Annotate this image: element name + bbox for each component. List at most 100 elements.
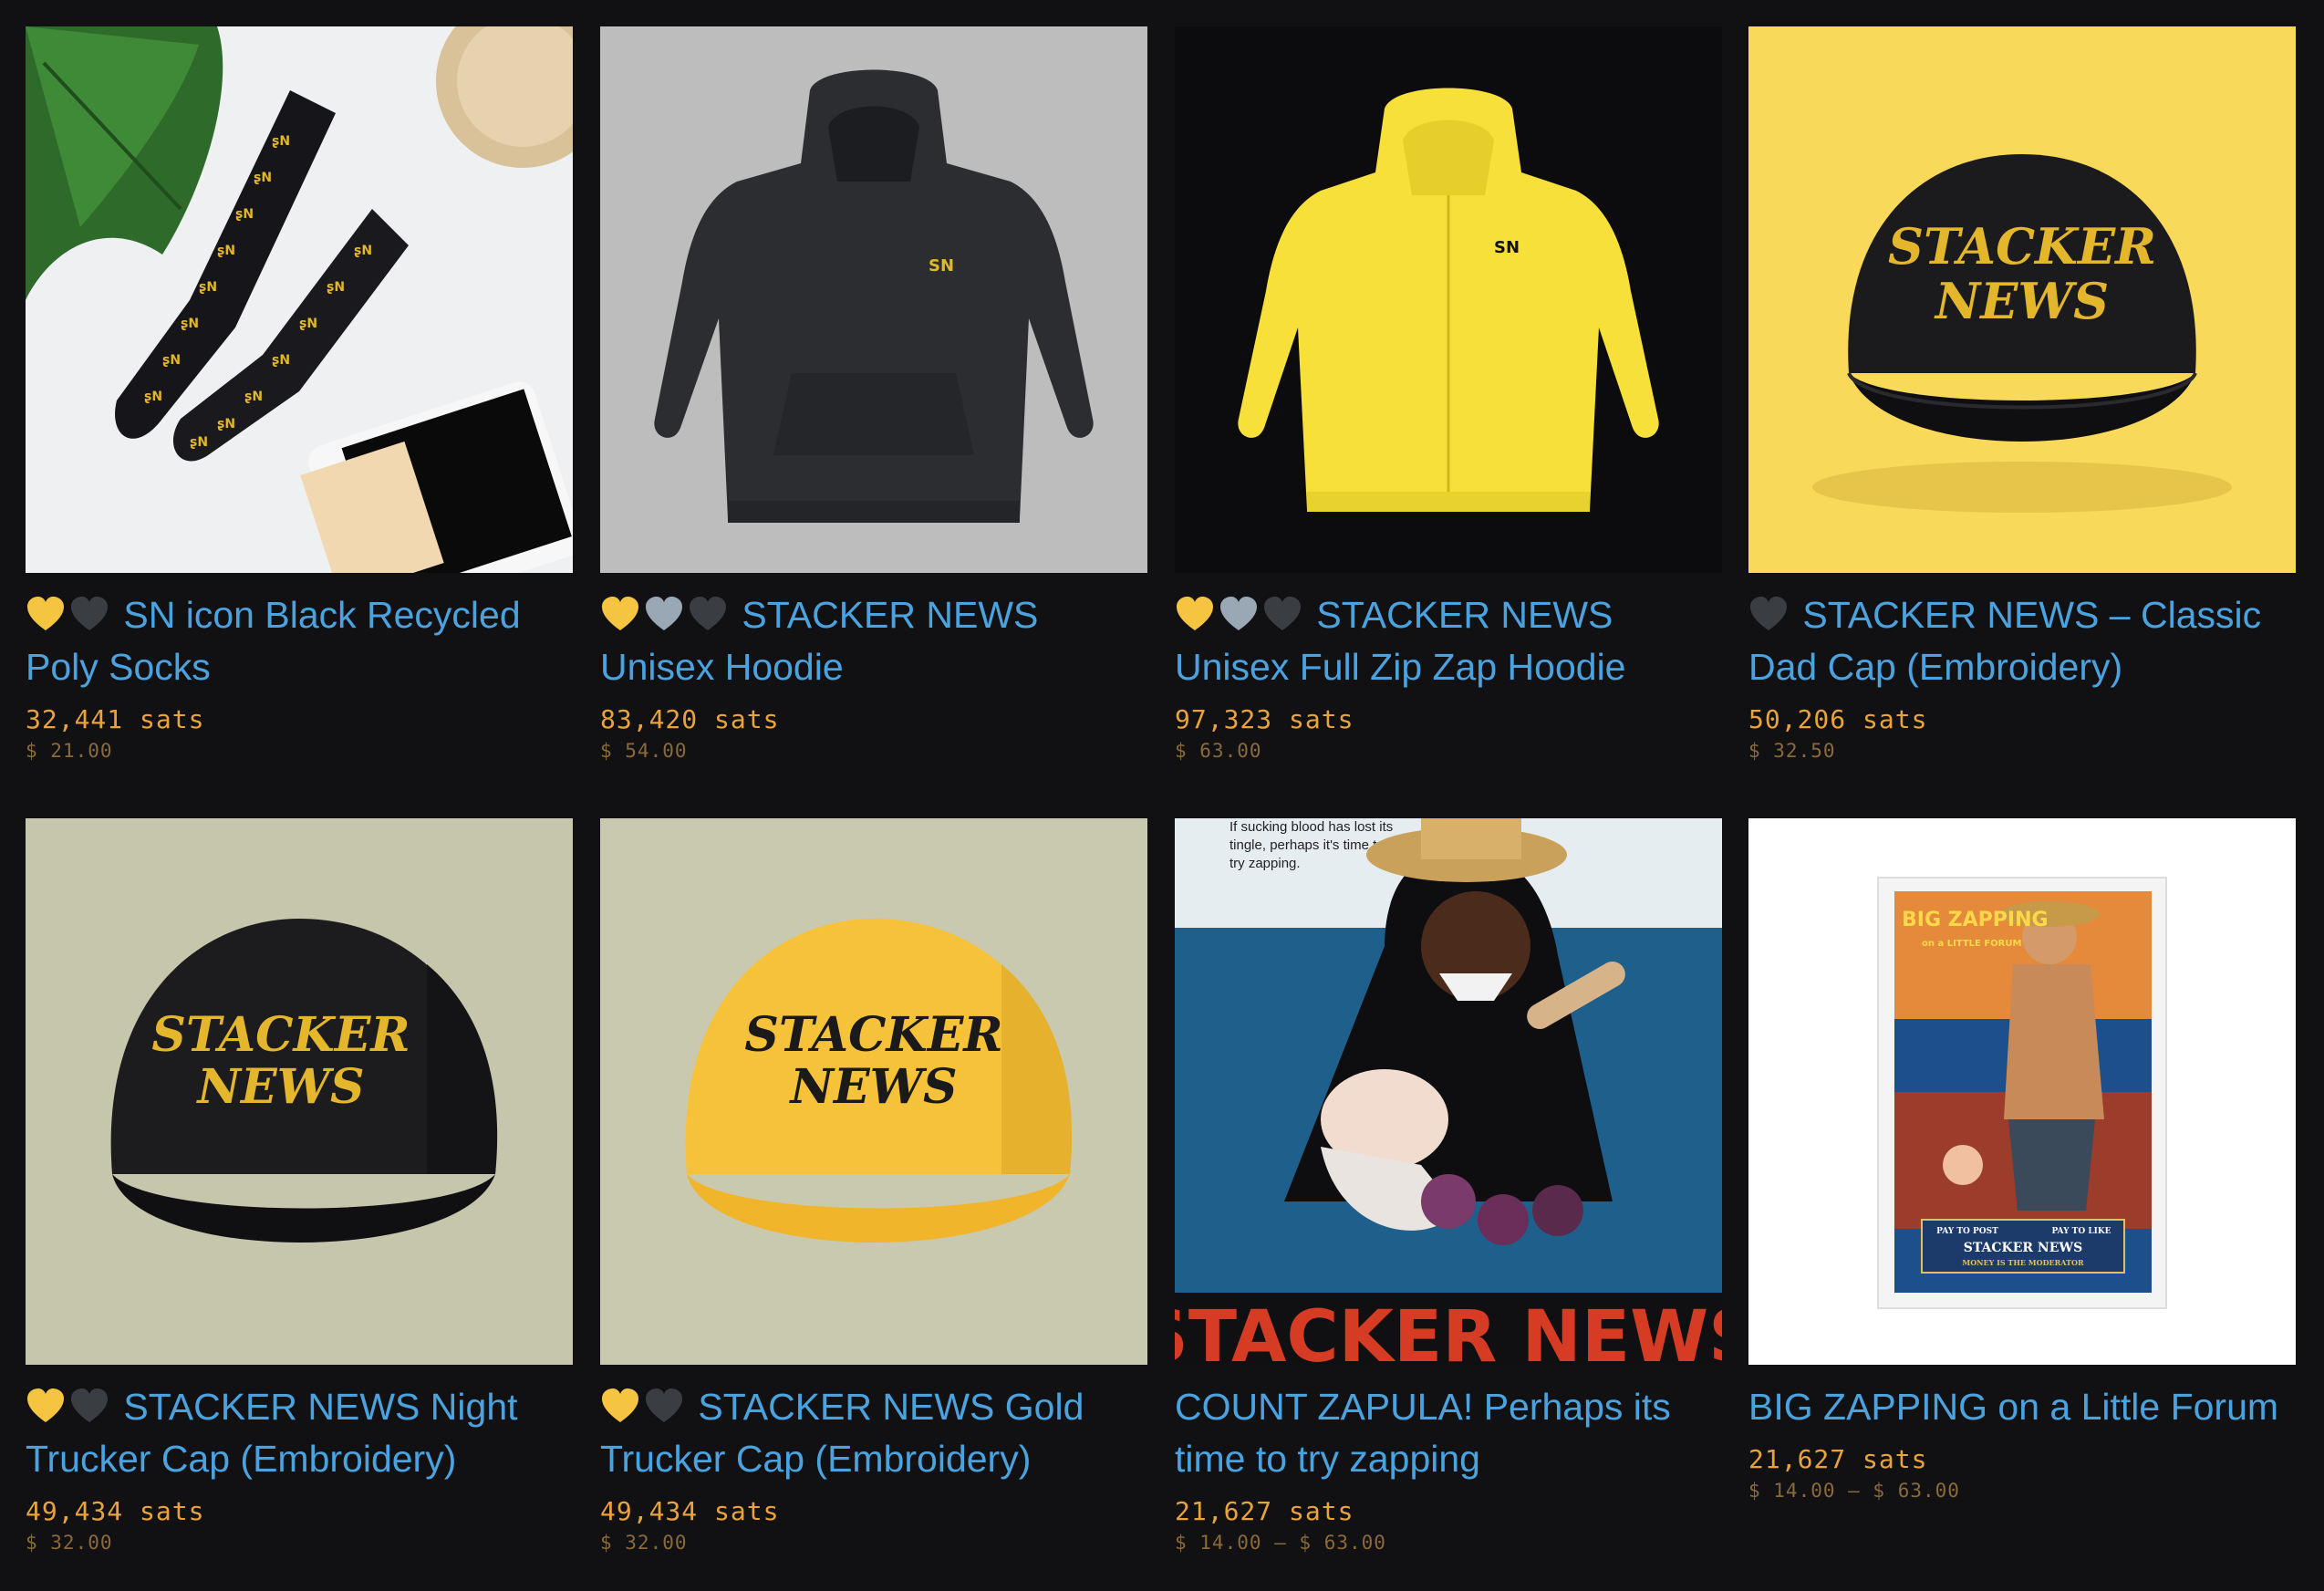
heart-badges: [1175, 594, 1316, 636]
product-title-link[interactable]: BIG ZAPPING on a Little Forum: [1748, 1381, 2296, 1433]
product-title-link[interactable]: STACKER NEWS Night Trucker Cap (Embroide…: [26, 1381, 573, 1485]
price-sats: 32,441 sats: [26, 704, 205, 734]
product-image[interactable]: STACKER NEWS: [26, 818, 573, 1365]
svg-text:ʂΝ: ʂΝ: [327, 280, 345, 295]
svg-text:ʂΝ: ʂΝ: [144, 390, 162, 404]
product-image[interactable]: STACKER NEWS: [600, 818, 1147, 1365]
product-image[interactable]: BIG ZAPPING on a LITTLE FORUM PAY TO POS…: [1748, 818, 2296, 1365]
svg-text:ʂΝ: ʂΝ: [272, 353, 290, 368]
heart-badges: [1748, 594, 1802, 636]
price-usd: $ 54.00: [600, 740, 688, 762]
product-card: SN STACKER NEWS Unisex Full Zip Zap Hood…: [1175, 26, 1722, 762]
poster-tagline-left: PAY TO POST: [1936, 1227, 1998, 1236]
black-hoodie-photo: SN: [600, 26, 1147, 573]
price-usd: $ 32.50: [1748, 740, 1836, 762]
svg-text:ʂΝ: ʂΝ: [299, 317, 317, 331]
heart-dark-icon: [1262, 596, 1302, 632]
heart-gold-icon: [600, 596, 640, 632]
product-card: BIG ZAPPING on a LITTLE FORUM PAY TO POS…: [1748, 818, 2296, 1502]
product-title-link[interactable]: STACKER NEWS Gold Trucker Cap (Embroider…: [600, 1381, 1147, 1485]
poster-title: BIG ZAPPING: [1902, 909, 2049, 931]
black-dad-cap-photo: STACKER NEWS: [1748, 26, 2296, 573]
product-title-link[interactable]: STACKER NEWS – Classic Dad Cap (Embroide…: [1748, 589, 2296, 693]
price-sats: 21,627 sats: [1748, 1444, 1928, 1474]
svg-text:ʂΝ: ʂΝ: [272, 134, 290, 149]
heart-badges: [26, 594, 123, 636]
cap-text-line1: STACKER: [744, 1007, 1002, 1063]
price-usd: $ 32.00: [26, 1532, 113, 1554]
heart-silver-icon: [1219, 596, 1259, 632]
sn-logo-icon: SN: [929, 256, 954, 276]
heart-gold-icon: [26, 596, 66, 632]
price-sats: 83,420 sats: [600, 704, 780, 734]
product-image[interactable]: SN: [1175, 26, 1722, 573]
heart-dark-icon: [688, 596, 728, 632]
product-title-link[interactable]: STACKER NEWS Unisex Hoodie: [600, 589, 1147, 693]
svg-text:ʂΝ: ʂΝ: [254, 171, 272, 185]
svg-text:ʂΝ: ʂΝ: [217, 417, 235, 432]
count-zapula-poster: If sucking blood has lost its tingle, pe…: [1175, 818, 1722, 1365]
cap-text-line2: NEWS: [195, 1059, 364, 1115]
heart-gold-icon: [26, 1388, 66, 1424]
price-sats: 49,434 sats: [26, 1496, 205, 1526]
poster-footer: MONEY IS THE MODERATOR: [1962, 1258, 2084, 1267]
black-socks-photo: ʂΝ ʂΝ ʂΝ ʂΝ ʂΝ ʂΝ ʂΝ ʂΝ ʂΝ ʂΝ ʂΝ ʂΝ ʂΝ ʂΝ ʂΝ: [26, 26, 573, 573]
heart-badges: [26, 1386, 123, 1428]
product-image[interactable]: ʂΝ ʂΝ ʂΝ ʂΝ ʂΝ ʂΝ ʂΝ ʂΝ ʂΝ ʂΝ ʂΝ ʂΝ ʂΝ ʂΝ ʂΝ: [26, 26, 573, 573]
product-card: ʂΝ ʂΝ ʂΝ ʂΝ ʂΝ ʂΝ ʂΝ ʂΝ ʂΝ ʂΝ ʂΝ ʂΝ ʂΝ ʂΝ ʂΝ SN i…: [26, 26, 573, 762]
product-title-link[interactable]: COUNT ZAPULA! Perhaps its time to try za…: [1175, 1381, 1722, 1485]
product-image[interactable]: If sucking blood has lost its tingle, pe…: [1175, 818, 1722, 1365]
heart-gold-icon: [1175, 596, 1215, 632]
price-usd: $ 32.00: [600, 1532, 688, 1554]
heart-badges: [600, 594, 742, 636]
product-image[interactable]: SN: [600, 26, 1147, 573]
svg-text:ʂΝ: ʂΝ: [199, 280, 217, 295]
price-sats: 21,627 sats: [1175, 1496, 1354, 1526]
heart-dark-icon: [1748, 596, 1789, 632]
price-usd: $ 21.00: [26, 740, 113, 762]
price-sats: 49,434 sats: [600, 1496, 780, 1526]
heart-dark-icon: [69, 1388, 109, 1424]
poster-tagline-right: PAY TO LIKE: [2051, 1227, 2111, 1236]
heart-silver-icon: [644, 596, 684, 632]
poster-title: STACKER NEWS: [1175, 1296, 1722, 1365]
poster-brand: STACKER NEWS: [1964, 1241, 2082, 1255]
product-title-link[interactable]: SN icon Black Recycled Poly Socks: [26, 589, 573, 693]
product-grid: ʂΝ ʂΝ ʂΝ ʂΝ ʂΝ ʂΝ ʂΝ ʂΝ ʂΝ ʂΝ ʂΝ ʂΝ ʂΝ ʂΝ ʂΝ SN i…: [0, 0, 2324, 1591]
heart-badges: [600, 1386, 698, 1428]
svg-text:ʂΝ: ʂΝ: [354, 244, 372, 258]
heart-gold-icon: [600, 1388, 640, 1424]
product-card: STACKER NEWS STACKER NEWS Gold Trucker C…: [600, 818, 1147, 1554]
cap-text-line2: NEWS: [1934, 272, 2109, 330]
svg-text:ʂΝ: ʂΝ: [244, 390, 263, 404]
price-sats: 50,206 sats: [1748, 704, 1928, 734]
price-sats: 97,323 sats: [1175, 704, 1354, 734]
sn-logo-icon: SN: [1494, 238, 1520, 257]
price-usd: $ 14.00 — $ 63.00: [1748, 1480, 1960, 1502]
cap-text-line1: STACKER: [151, 1007, 410, 1063]
svg-text:ʂΝ: ʂΝ: [162, 353, 181, 368]
product-image[interactable]: STACKER NEWS: [1748, 26, 2296, 573]
price-usd: $ 63.00: [1175, 740, 1262, 762]
cap-text-line2: NEWS: [788, 1059, 957, 1115]
svg-text:ʂΝ: ʂΝ: [235, 207, 254, 222]
poster-subtitle: on a LITTLE FORUM: [1922, 939, 2022, 949]
product-title-link[interactable]: STACKER NEWS Unisex Full Zip Zap Hoodie: [1175, 589, 1722, 693]
heart-dark-icon: [69, 596, 109, 632]
black-trucker-cap-photo: STACKER NEWS: [26, 818, 573, 1365]
product-card: If sucking blood has lost its tingle, pe…: [1175, 818, 1722, 1554]
yellow-zip-hoodie-photo: SN: [1175, 26, 1722, 573]
product-card: STACKER NEWS STACKER NEWS – Classic Dad …: [1748, 26, 2296, 762]
gold-trucker-cap-photo: STACKER NEWS: [600, 818, 1147, 1365]
svg-text:ʂΝ: ʂΝ: [190, 435, 208, 450]
product-title: COUNT ZAPULA! Perhaps its time to try za…: [1175, 1386, 1671, 1480]
svg-text:ʂΝ: ʂΝ: [181, 317, 199, 331]
product-card: STACKER NEWS STACKER NEWS Night Trucker …: [26, 818, 573, 1554]
cap-text-line1: STACKER: [1888, 217, 2156, 276]
product-card: SN STACKER NEWS Unisex Hoodie 83,420 sat…: [600, 26, 1147, 762]
price-usd: $ 14.00 — $ 63.00: [1175, 1532, 1386, 1554]
heart-dark-icon: [644, 1388, 684, 1424]
svg-text:ʂΝ: ʂΝ: [217, 244, 235, 258]
product-title: BIG ZAPPING on a Little Forum: [1748, 1386, 2279, 1428]
product-title: STACKER NEWS – Classic Dad Cap (Embroide…: [1748, 594, 2262, 688]
